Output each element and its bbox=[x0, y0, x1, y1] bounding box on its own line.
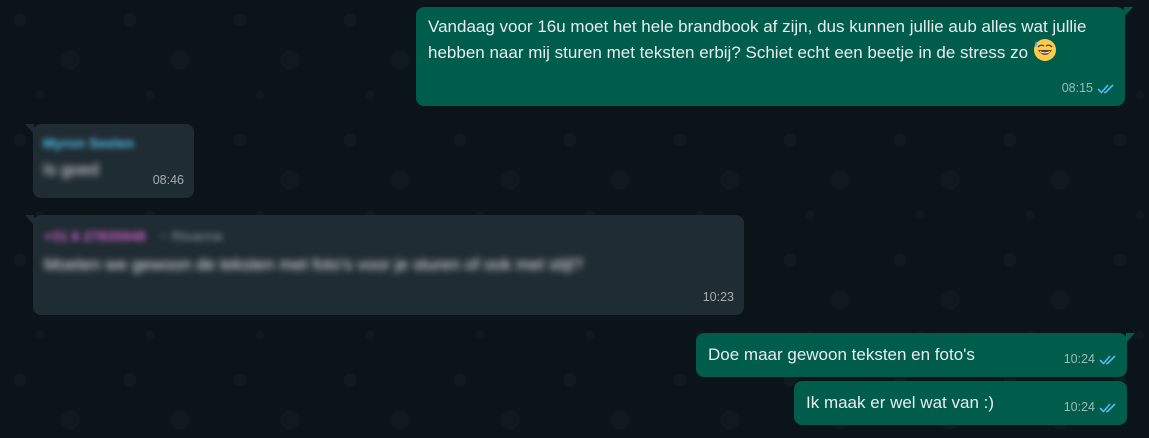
message-bubble-outgoing[interactable]: Doe maar gewoon teksten en foto's 10:24 bbox=[696, 333, 1135, 377]
message-time: 10:24 bbox=[1063, 400, 1095, 414]
sender-header: +31 6 27835948 ~ Rixanne bbox=[44, 227, 732, 245]
message-time: 08:15 bbox=[1061, 81, 1093, 95]
message-meta: 08:46 bbox=[153, 169, 184, 192]
sender-pushname: ~ Rixanne bbox=[159, 228, 224, 244]
message-text: Doe maar gewoon teksten en foto's bbox=[708, 345, 975, 364]
message-meta: 10:24 bbox=[1064, 348, 1117, 371]
message-time: 08:46 bbox=[152, 173, 184, 187]
double-check-read-icon bbox=[1099, 403, 1116, 413]
double-check-read-icon bbox=[1097, 84, 1114, 94]
message-meta: 10:23 bbox=[703, 286, 734, 309]
grinning-face-with-sweat-icon bbox=[1033, 39, 1056, 61]
message-text: Moeten we gewoon de teksten met foto's v… bbox=[44, 255, 584, 274]
message-bubble-outgoing[interactable]: Ik maak er wel wat van :) 10:24 bbox=[794, 381, 1127, 425]
double-check-read-icon bbox=[1099, 355, 1116, 365]
message-bubble-outgoing[interactable]: Vandaag voor 16u moet het hele brandbook… bbox=[416, 7, 1133, 106]
message-text: Vandaag voor 16u moet het hele brandbook… bbox=[428, 17, 1087, 62]
message-bubble-incoming[interactable]: +31 6 27835948 ~ Rixanne Moeten we gewoo… bbox=[25, 215, 744, 315]
message-time: 10:24 bbox=[1063, 352, 1095, 366]
message-text: Ik maak er wel wat van :) bbox=[806, 393, 995, 412]
message-meta: 10:24 bbox=[1064, 396, 1117, 419]
message-bubble-incoming[interactable]: Myron Seelen Is goed 08:46 bbox=[25, 124, 194, 198]
sender-name[interactable]: Myron Seelen bbox=[43, 134, 184, 152]
message-time: 10:23 bbox=[702, 290, 734, 304]
sender-phone[interactable]: +31 6 27835948 bbox=[44, 227, 146, 245]
message-meta: 08:15 bbox=[1062, 77, 1115, 100]
